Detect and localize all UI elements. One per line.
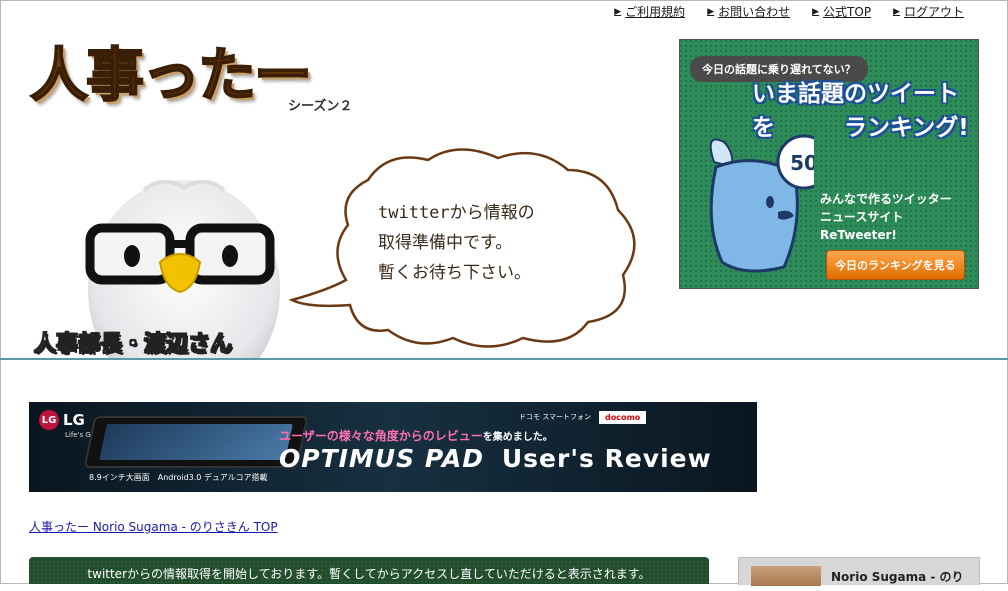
profile-box: Norio Sugama - のり [738,557,980,586]
triangle-right-icon: ▶ [707,6,715,17]
banner-title-brand: OPTIMUS PAD [279,444,484,473]
lg-brand: LG [63,411,85,429]
ad-bubble-number: 50 [790,151,814,175]
retweeter-ad[interactable]: 今日の話題に乗り遅れてない？ いま話題のツイートを ランキング! 50 みんなで… [679,39,979,289]
nav-terms-link[interactable]: ▶ ご利用規約 [614,3,685,20]
nav-contact-link[interactable]: ▶ お問い合わせ [707,3,790,20]
nav-contact-label: お問い合わせ [718,5,791,19]
nav-logout-link[interactable]: ▶ ログアウト [893,3,964,20]
ad-headline: ランキング! [844,115,969,141]
docomo-logo: docomo [599,411,647,424]
banner-title-review: User's Review [501,444,712,473]
bubble-line: 暫くお待ち下さい。 [378,263,531,283]
triangle-right-icon: ▶ [893,6,900,17]
nav-terms-label: ご利用規約 [625,5,686,19]
banner-title: OPTIMUS PAD User's Review [279,444,712,473]
nav-official-top-link[interactable]: ▶ 公式TOP [812,3,871,20]
triangle-right-icon: ▶ [614,6,622,17]
carrier-label: ドコモ スマートフォン [518,413,591,421]
banner-catch: ユーザーの様々な角度からのレビューを集めました。 [279,427,553,444]
mascot-name-label: 人事部長・渡辺さん [33,332,233,358]
top-nav: ▶ ご利用規約 ▶ お問い合わせ ▶ 公式TOP ▶ ログアウト [592,3,964,20]
triangle-right-icon: ▶ [812,6,820,17]
bubble-line: 取得準備中です。 [378,233,513,253]
banner-catch-tail: を集めました。 [482,432,553,443]
header-separator [0,358,1008,360]
ad-description: みんなで作るツイッター ニュースサイト ReTweeter! [820,190,952,244]
lg-optimus-banner[interactable]: LG LG Life's Good 8.9インチ大画面 Android3.0 デ… [29,402,757,492]
site-logo[interactable]: 人事ったー [29,45,313,105]
season-label: シーズン２ [288,99,353,114]
bird-mascot-icon: 50 [709,134,814,273]
lg-logo: LG LG [39,410,85,430]
status-notice: twitterからの情報取得を開始しております。暫くしてからアクセスし直していた… [29,557,709,584]
ad-desc-line: ニュースサイト [820,210,904,224]
banner-catch-text: ユーザーの様々な角度からのレビュー [279,429,483,443]
bubble-message: twitterから情報の 取得準備中です。 暫くお待ち下さい。 [378,198,535,288]
nav-logout-label: ログアウト [903,5,964,19]
home-link[interactable]: 人事ったー Norio Sugama - のりさきん TOP [29,518,278,535]
avatar [751,566,821,586]
profile-name: Norio Sugama - のり [831,570,964,584]
ad-desc-line: みんなで作るツイッター [820,192,952,206]
ad-desc-line: ReTweeter! [820,228,897,242]
nav-official-top-label: 公式TOP [823,5,872,19]
banner-spec: 8.9インチ大画面 Android3.0 デュアルコア搭載 [89,473,268,482]
ad-ranking-button[interactable]: 今日のランキングを見る [826,250,965,280]
tablet-image [83,416,309,468]
lg-circle-icon: LG [39,410,59,430]
bubble-line: twitterから情報の [378,203,535,223]
